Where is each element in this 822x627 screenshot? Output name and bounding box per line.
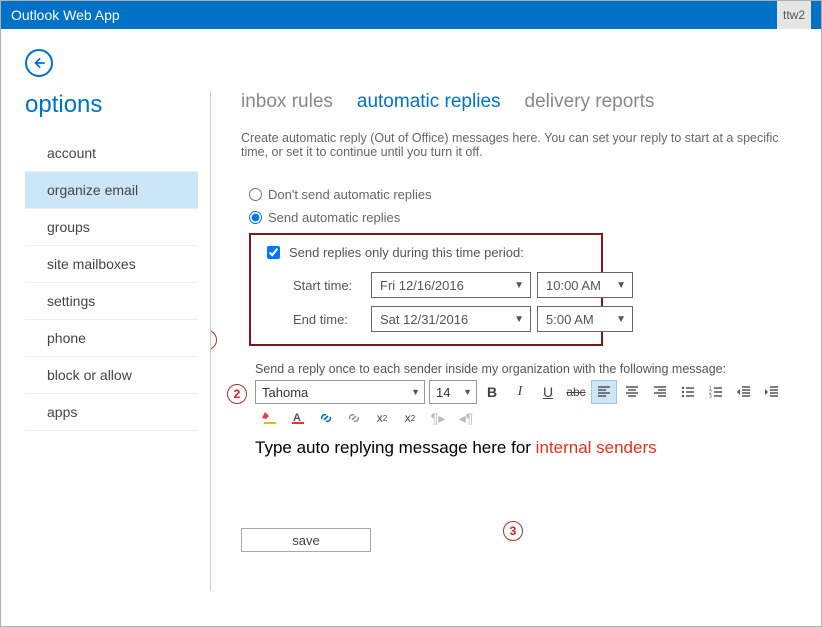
- time-period-box: 2 Send replies only during this time per…: [249, 233, 603, 346]
- ltr-button[interactable]: ¶▸: [425, 406, 451, 430]
- start-time-label: Start time:: [293, 278, 365, 293]
- page-description: Create automatic reply (Out of Office) m…: [241, 131, 801, 159]
- back-button[interactable]: [25, 49, 53, 77]
- sidebar-item-account[interactable]: account: [25, 135, 198, 172]
- remove-link-button[interactable]: [341, 406, 367, 430]
- bullet-list-icon: [680, 384, 696, 400]
- content-tabs: inbox rules automatic replies delivery r…: [241, 91, 821, 113]
- rtl-button[interactable]: ◂¶: [453, 406, 479, 430]
- font-color-button[interactable]: A: [285, 406, 311, 430]
- rich-text-editor: Tahoma ▼ 14 ▼ B I U abc: [255, 380, 795, 490]
- font-size-select[interactable]: 14 ▼: [429, 380, 477, 404]
- radio-dont-send[interactable]: Don't send automatic replies: [249, 187, 821, 202]
- align-left-icon: [596, 384, 612, 400]
- sidebar-item-site-mailboxes[interactable]: site mailboxes: [25, 246, 198, 283]
- font-color-icon: A: [290, 410, 306, 426]
- message-intro: Send a reply once to each sender inside …: [255, 362, 821, 376]
- align-center-button[interactable]: [619, 380, 645, 404]
- app-title: Outlook Web App: [11, 7, 120, 23]
- outdent-icon: [736, 384, 752, 400]
- caret-down-icon: ▼: [616, 314, 626, 325]
- callout-2: 2: [227, 384, 247, 404]
- svg-text:3: 3: [709, 394, 712, 400]
- align-center-icon: [624, 384, 640, 400]
- editor-text-highlight: internal senders: [536, 438, 657, 457]
- caret-down-icon: ▼: [514, 314, 524, 325]
- numbered-list-button[interactable]: 123: [703, 380, 729, 404]
- bold-button[interactable]: B: [479, 380, 505, 404]
- period-checkbox[interactable]: [267, 246, 280, 259]
- superscript-button[interactable]: x2: [369, 406, 395, 430]
- radio-dont-send-input[interactable]: [249, 188, 262, 201]
- tab-delivery-reports[interactable]: delivery reports: [525, 91, 655, 113]
- caret-down-icon: ▼: [616, 280, 626, 291]
- callout-1: 1: [211, 330, 217, 350]
- callout-3: 3: [503, 521, 523, 541]
- align-left-button[interactable]: [591, 380, 617, 404]
- subscript-button[interactable]: x2: [397, 406, 423, 430]
- start-date-combo[interactable]: Fri 12/16/2016 ▼: [371, 272, 531, 298]
- numbered-list-icon: 123: [708, 384, 724, 400]
- caret-down-icon: ▼: [514, 280, 524, 291]
- end-time-label: End time:: [293, 312, 365, 327]
- tab-inbox-rules[interactable]: inbox rules: [241, 91, 333, 113]
- tab-automatic-replies[interactable]: automatic replies: [357, 91, 501, 113]
- unlink-icon: [346, 410, 362, 426]
- sidebar-item-block-or-allow[interactable]: block or allow: [25, 357, 198, 394]
- options-sidebar: options account organize email groups si…: [1, 91, 211, 591]
- strikethrough-button[interactable]: abc: [563, 380, 589, 404]
- caret-down-icon: ▼: [463, 387, 472, 397]
- start-time-combo[interactable]: 10:00 AM ▼: [537, 272, 633, 298]
- font-family-select[interactable]: Tahoma ▼: [255, 380, 425, 404]
- options-heading: options: [25, 91, 210, 119]
- sidebar-item-phone[interactable]: phone: [25, 320, 198, 357]
- editor-toolbar-row-1: Tahoma ▼ 14 ▼ B I U abc: [255, 380, 795, 404]
- sidebar-item-groups[interactable]: groups: [25, 209, 198, 246]
- italic-button[interactable]: I: [507, 380, 533, 404]
- user-chip[interactable]: ttw2: [777, 1, 811, 29]
- arrow-left-icon: [32, 56, 46, 70]
- end-time-combo[interactable]: 5:00 AM ▼: [537, 306, 633, 332]
- editor-body[interactable]: Type auto replying message here for inte…: [255, 430, 795, 490]
- align-right-icon: [652, 384, 668, 400]
- highlight-icon: [262, 410, 278, 426]
- editor-text: Type auto replying message here for: [255, 438, 536, 457]
- underline-button[interactable]: U: [535, 380, 561, 404]
- radio-send-input[interactable]: [249, 211, 262, 224]
- title-bar: Outlook Web App ttw2: [1, 1, 821, 29]
- insert-link-button[interactable]: [313, 406, 339, 430]
- period-checkbox-label: Send replies only during this time perio…: [289, 245, 524, 260]
- decrease-indent-button[interactable]: [731, 380, 757, 404]
- content-pane: inbox rules automatic replies delivery r…: [211, 91, 821, 591]
- indent-icon: [764, 384, 780, 400]
- end-date-combo[interactable]: Sat 12/31/2016 ▼: [371, 306, 531, 332]
- radio-send[interactable]: Send automatic replies: [249, 210, 821, 225]
- highlight-color-button[interactable]: [257, 406, 283, 430]
- align-right-button[interactable]: [647, 380, 673, 404]
- editor-toolbar-row-2: A x2 x2 ¶▸ ◂¶: [255, 406, 795, 430]
- increase-indent-button[interactable]: [759, 380, 785, 404]
- save-button[interactable]: save: [241, 528, 371, 552]
- caret-down-icon: ▼: [411, 387, 420, 397]
- sidebar-item-settings[interactable]: settings: [25, 283, 198, 320]
- bullet-list-button[interactable]: [675, 380, 701, 404]
- sidebar-item-apps[interactable]: apps: [25, 394, 198, 431]
- sidebar-item-organize-email[interactable]: organize email: [25, 172, 198, 209]
- link-icon: [318, 410, 334, 426]
